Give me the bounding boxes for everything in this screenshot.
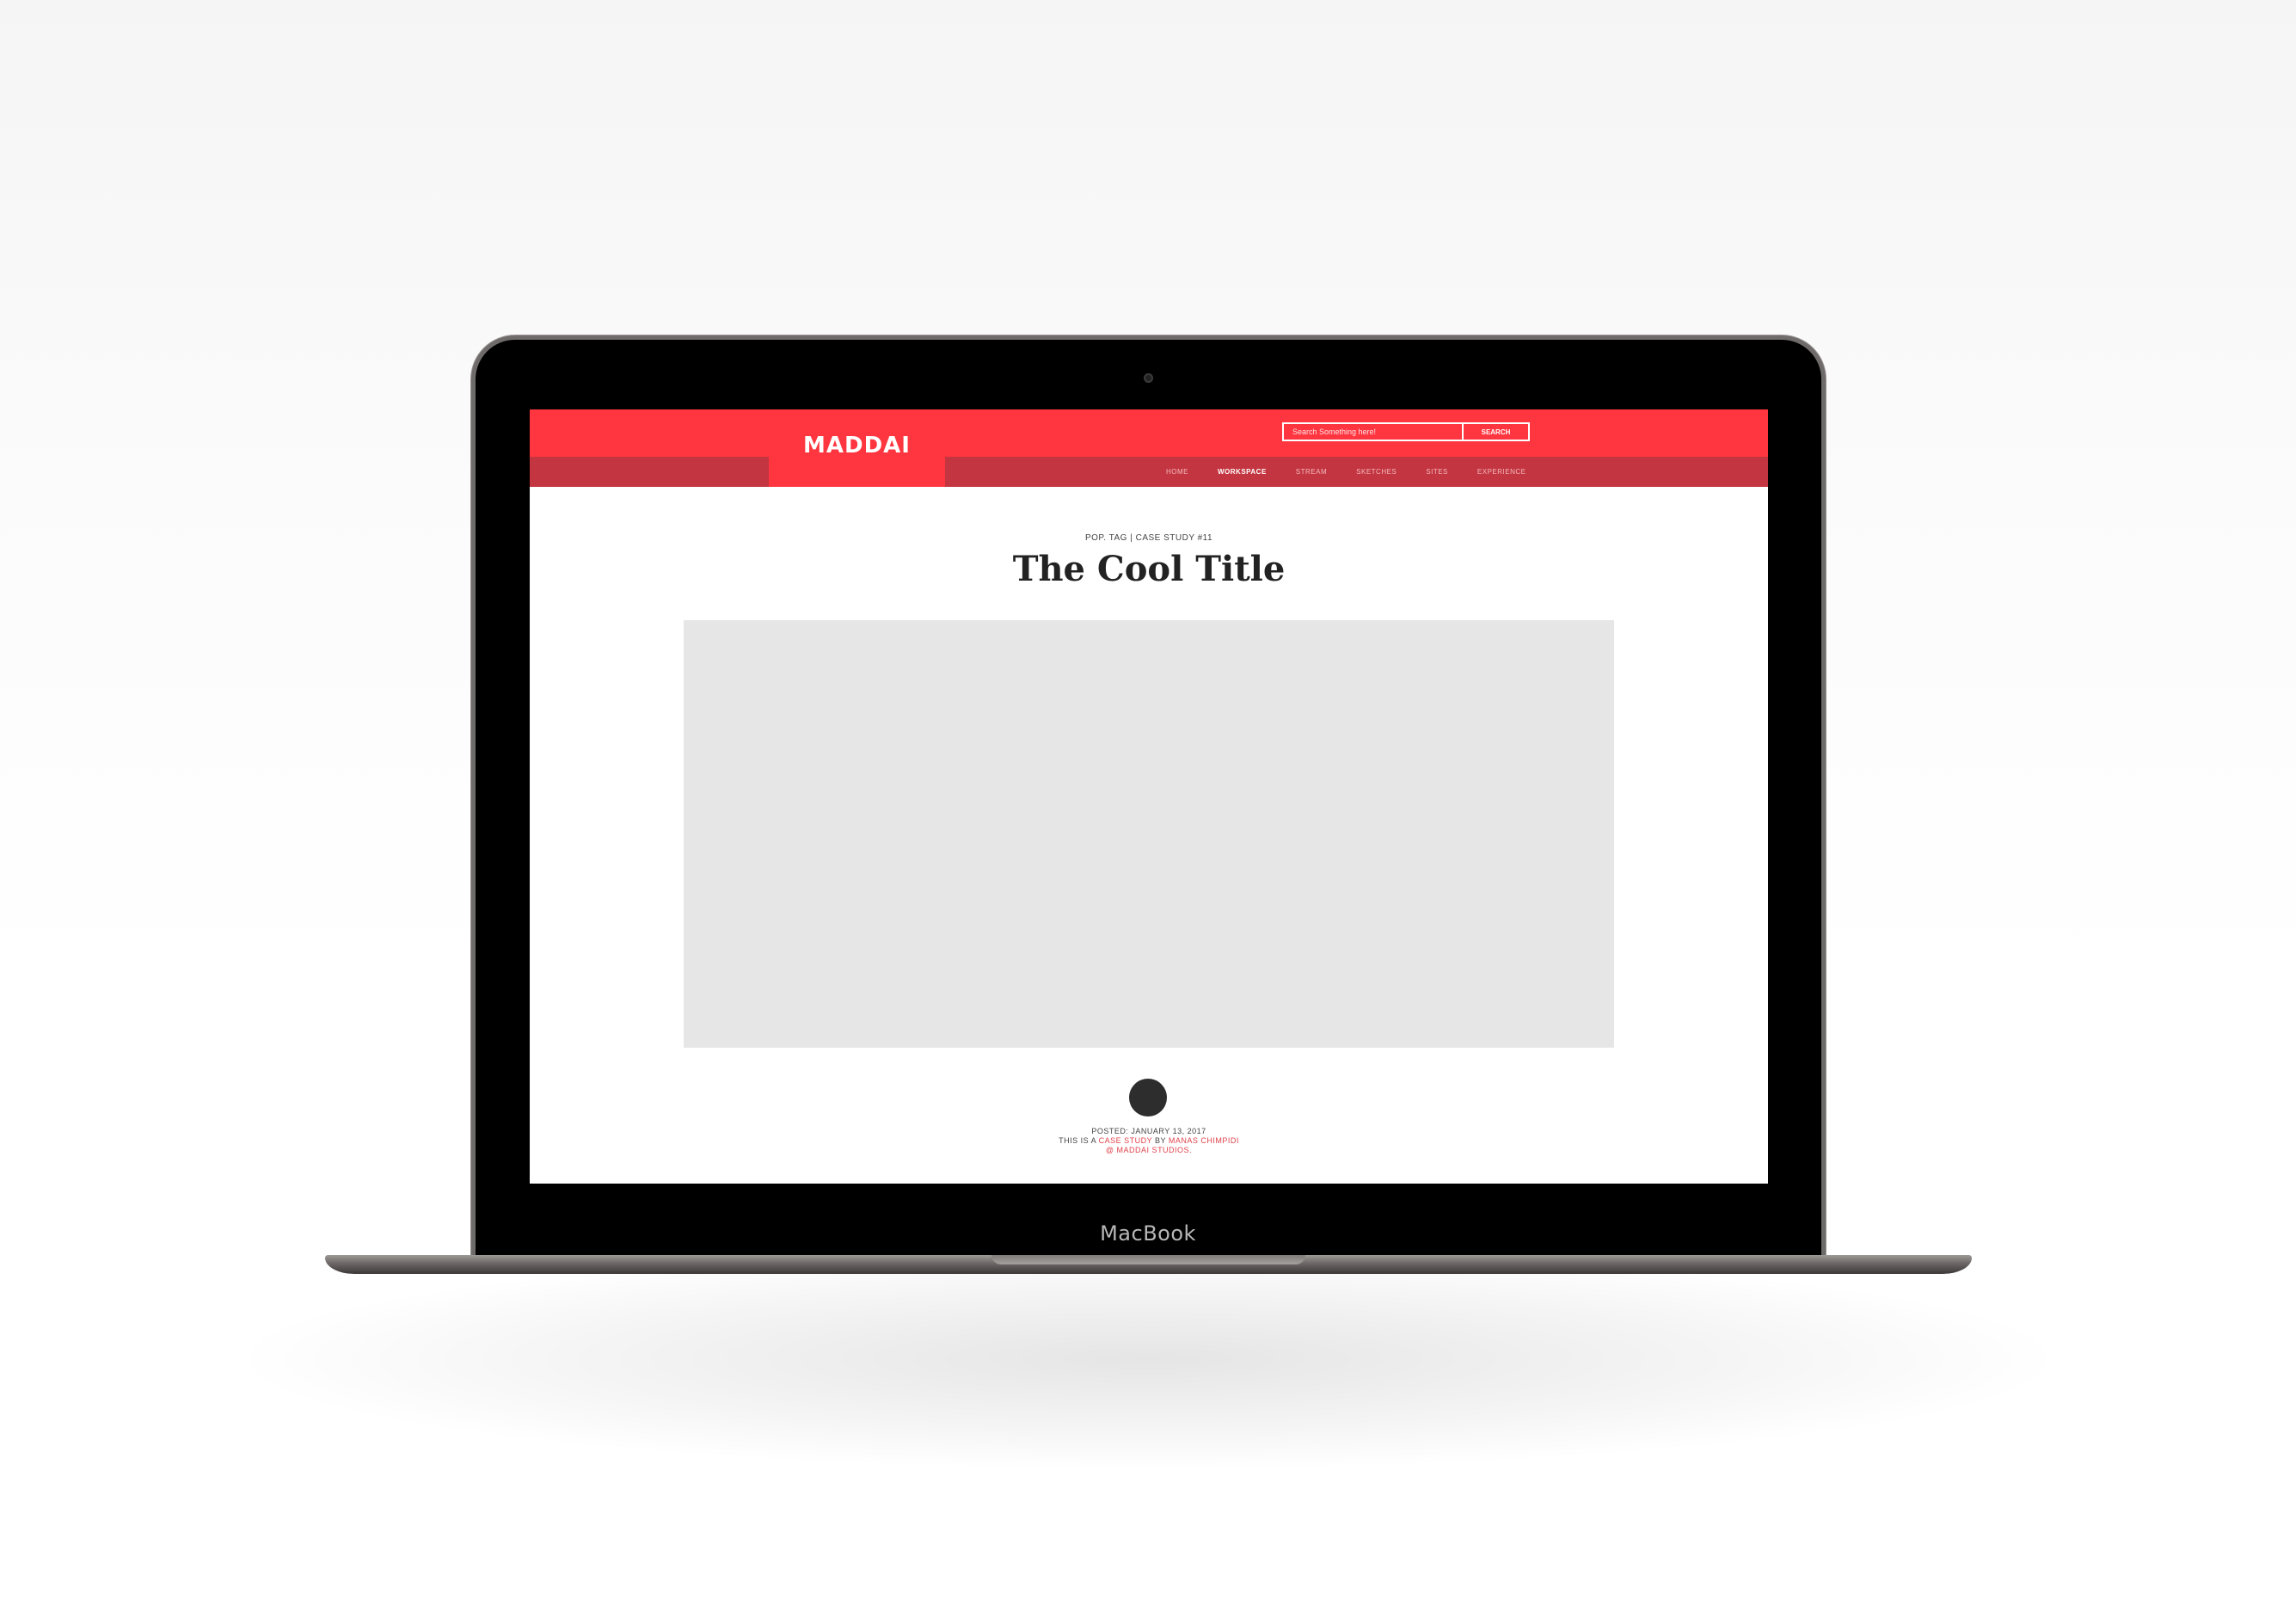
article-tagline: POP. TAG | CASE STUDY #11: [1084, 533, 1213, 543]
logo-block[interactable]: MADDAI: [769, 409, 945, 487]
byline-line: THIS IS A CASE STUDY BY MANAS CHIMPIDI: [530, 1136, 1768, 1146]
nav-item-sketches[interactable]: SKETCHES: [1356, 468, 1397, 476]
search-form: SEARCH: [1282, 422, 1530, 441]
main-nav: HOME WORKSPACE STREAM SKETCHES SITES EXP…: [1166, 457, 1555, 487]
laptop-base-notch: [991, 1255, 1305, 1264]
article-title: The Cool Title: [1012, 549, 1286, 589]
posted-date: POSTED: JANUARY 13, 2017: [1091, 1127, 1206, 1135]
author-avatar[interactable]: [1129, 1079, 1167, 1116]
site-logo[interactable]: MADDAI: [769, 433, 945, 458]
nav-item-home[interactable]: HOME: [1166, 468, 1188, 476]
header-bar: [530, 409, 1768, 457]
byline-author-link[interactable]: MANAS CHIMPIDI: [1169, 1136, 1239, 1145]
nav-item-workspace[interactable]: WORKSPACE: [1218, 468, 1267, 476]
nav-item-stream[interactable]: STREAM: [1296, 468, 1327, 476]
byline-prefix: THIS IS A: [1059, 1136, 1099, 1145]
byline-studio-link[interactable]: @ MADDAI STUDIOS.: [530, 1146, 1768, 1155]
laptop-shadow: [224, 1247, 2072, 1471]
laptop-screen: MADDAI SEARCH HOME WORKSPACE STREAM SKET…: [530, 409, 1768, 1184]
article-byline: POSTED: JANUARY 13, 2017 THIS IS A CASE …: [530, 1127, 1768, 1155]
nav-bar: [530, 457, 1768, 487]
byline-by: BY: [1152, 1136, 1169, 1145]
search-input[interactable]: [1284, 424, 1462, 440]
webcam-icon: [1144, 373, 1153, 383]
search-button[interactable]: SEARCH: [1462, 424, 1528, 440]
byline-type-link[interactable]: CASE STUDY: [1099, 1136, 1152, 1145]
device-brand-label: MacBook: [1100, 1221, 1196, 1246]
nav-item-sites[interactable]: SITES: [1426, 468, 1448, 476]
hero-image-placeholder: [684, 620, 1614, 1048]
nav-item-experience[interactable]: EXPERIENCE: [1477, 468, 1526, 476]
